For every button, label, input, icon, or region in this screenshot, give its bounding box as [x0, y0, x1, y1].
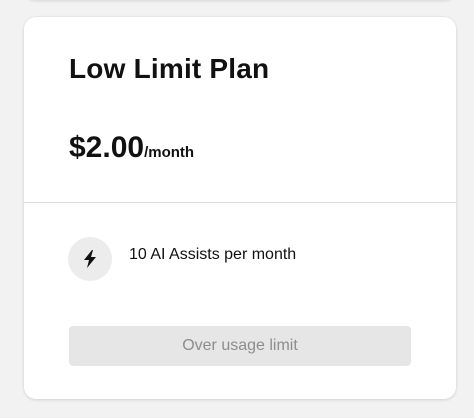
plan-title: Low Limit Plan: [69, 53, 270, 84]
divider: [24, 202, 456, 203]
lightning-bolt-glyph: [84, 250, 96, 268]
plan-card: Low Limit Plan $2.00 /month 10 AI Assist…: [24, 17, 456, 399]
plan-price: $2.00: [69, 131, 145, 164]
billing-period: /month: [144, 144, 195, 161]
feature-item: 10 AI Assists per month: [68, 237, 296, 281]
feature-label: 10 AI Assists per month: [129, 246, 297, 263]
price-row: $2.00 /month: [69, 131, 194, 165]
over-usage-limit-button[interactable]: Over usage limit: [69, 326, 411, 366]
lightning-bolt-icon: [68, 237, 112, 281]
